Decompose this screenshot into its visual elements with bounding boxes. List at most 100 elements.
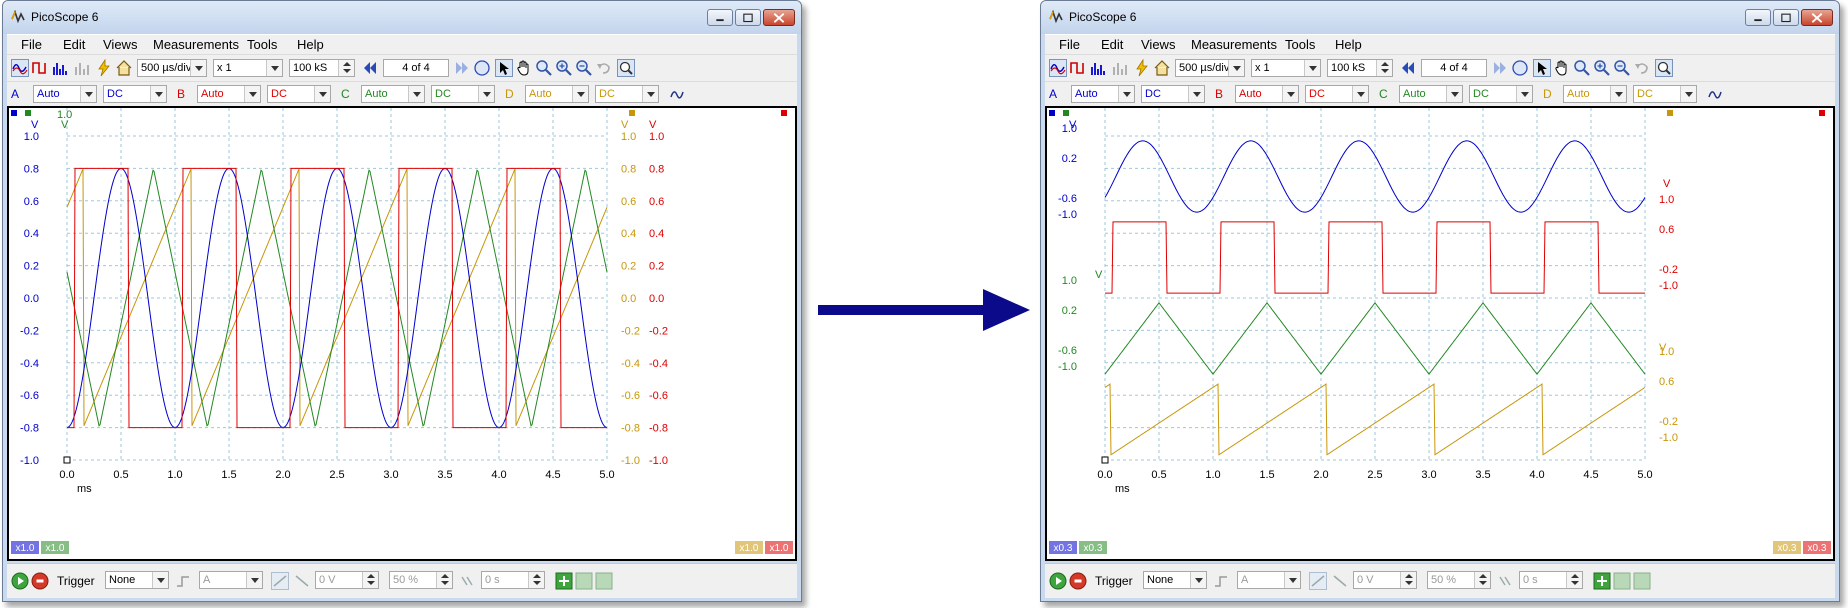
lightning-icon[interactable]	[1133, 59, 1151, 77]
forward-icon[interactable]	[1491, 59, 1509, 77]
channel-d-range[interactable]: Auto	[1563, 85, 1627, 103]
timebase-select[interactable]: 500 µs/div	[1175, 59, 1245, 77]
compass-icon[interactable]	[473, 59, 491, 77]
close-button[interactable]	[763, 9, 795, 26]
maximize-button[interactable]	[1773, 9, 1799, 26]
channel-d-label[interactable]: D	[505, 87, 514, 101]
y-axis-tick-label-a: 0.0	[24, 293, 39, 305]
channel-b-coupling[interactable]: DC	[267, 85, 331, 103]
pointer-icon[interactable]	[1533, 59, 1551, 77]
hand-icon[interactable]	[515, 59, 533, 77]
spectrum-mode-icon[interactable]	[51, 59, 69, 77]
channel-a-range[interactable]: Auto	[1071, 85, 1135, 103]
channel-options-icon[interactable]	[669, 85, 687, 103]
menu-tools[interactable]: Tools	[1285, 37, 1315, 52]
spectrum-mode-icon[interactable]	[1089, 59, 1107, 77]
stop-icon[interactable]	[1069, 572, 1087, 590]
stop-icon[interactable]	[31, 572, 49, 590]
channel-c-label[interactable]: C	[341, 87, 350, 101]
menu-views[interactable]: Views	[1141, 37, 1175, 52]
channel-b-range[interactable]: Auto	[197, 85, 261, 103]
x-axis-tick-label: 1.0	[1205, 469, 1220, 481]
samples-spinner[interactable]: 100 kS	[289, 59, 355, 77]
menu-measurements[interactable]: Measurements	[153, 37, 239, 52]
persistence-mode-icon[interactable]	[31, 59, 49, 77]
home-icon[interactable]	[115, 59, 133, 77]
menu-edit[interactable]: Edit	[63, 37, 85, 52]
timebase-select[interactable]: 500 µs/div	[137, 59, 207, 77]
scope-graph[interactable]: 0.0 0.5 1.0 1.5 2.0 2.5 3.0 3.5 4.0 4.5 5.0 ms 1.0 0.…	[1047, 108, 1833, 559]
zoom-in-icon[interactable]	[555, 59, 573, 77]
zoom-out-icon[interactable]	[1613, 59, 1631, 77]
zoom-fit-icon[interactable]	[617, 59, 635, 77]
zoom-select[interactable]: x 1	[213, 59, 283, 77]
scope-graph[interactable]: 0.0 0.5 1.0 1.5 2.0 2.5 3.0 3.5 4.0 4.5 5.0 ms 1.0 1.…	[9, 108, 795, 559]
channel-a-coupling[interactable]: DC	[103, 85, 167, 103]
minimize-button[interactable]	[1745, 9, 1771, 26]
x-axis-tick-label: 0.0	[1097, 469, 1112, 481]
maximize-button[interactable]	[735, 9, 761, 26]
menu-views[interactable]: Views	[103, 37, 137, 52]
channel-b-range[interactable]: Auto	[1235, 85, 1299, 103]
channel-c-coupling[interactable]: DC	[1469, 85, 1533, 103]
buffer-navigator[interactable]: 4 of 4	[1421, 59, 1487, 77]
menu-file[interactable]: File	[21, 37, 42, 52]
menu-help[interactable]: Help	[1335, 37, 1362, 52]
y-axis-tick-label-d: -0.6	[621, 390, 640, 402]
menu-tools[interactable]: Tools	[247, 37, 277, 52]
run-icon[interactable]	[1049, 572, 1067, 590]
menu-measurements[interactable]: Measurements	[1191, 37, 1277, 52]
channel-c-range[interactable]: Auto	[361, 85, 425, 103]
samples-spinner[interactable]: 100 kS	[1327, 59, 1393, 77]
scope-mode-icon[interactable]	[1049, 59, 1067, 77]
channel-a-range[interactable]: Auto	[33, 85, 97, 103]
channel-c-coupling[interactable]: DC	[431, 85, 495, 103]
home-icon[interactable]	[1153, 59, 1171, 77]
zoom-in-icon[interactable]	[1593, 59, 1611, 77]
channel-c-label[interactable]: C	[1379, 87, 1388, 101]
channel-a-coupling[interactable]: DC	[1141, 85, 1205, 103]
lightning-icon[interactable]	[95, 59, 113, 77]
zoom-icon[interactable]	[535, 59, 553, 77]
channel-a-label[interactable]: A	[11, 87, 19, 101]
buffer-navigator[interactable]: 4 of 4	[383, 59, 449, 77]
channel-d-label[interactable]: D	[1543, 87, 1552, 101]
channel-b-label[interactable]: B	[1215, 87, 1223, 101]
scope-view-split[interactable]: 0.0 0.5 1.0 1.5 2.0 2.5 3.0 3.5 4.0 4.5 5.0 ms 1.0 0.…	[1045, 106, 1835, 561]
zoom-select[interactable]: x 1	[1251, 59, 1321, 77]
channel-d-range[interactable]: Auto	[525, 85, 589, 103]
undo-icon	[1635, 63, 1648, 74]
minimize-button[interactable]	[707, 9, 733, 26]
scope-view-stacked[interactable]: 0.0 0.5 1.0 1.5 2.0 2.5 3.0 3.5 4.0 4.5 5.0 ms 1.0 1.…	[7, 106, 797, 561]
close-button[interactable]	[1801, 9, 1833, 26]
zoom-icon[interactable]	[1573, 59, 1591, 77]
zoom-out-icon[interactable]	[575, 59, 593, 77]
back-icon[interactable]	[361, 59, 379, 77]
channel-d-coupling[interactable]: DC	[1633, 85, 1697, 103]
x-axis-tick-label: 0.0	[59, 469, 74, 481]
pointer-icon[interactable]	[495, 59, 513, 77]
persistence-mode-icon[interactable]	[1069, 59, 1087, 77]
add-measurement-icon[interactable]	[555, 572, 573, 590]
run-icon[interactable]	[11, 572, 29, 590]
channel-b-label[interactable]: B	[177, 87, 185, 101]
trigger-mode-select[interactable]: None	[1143, 571, 1207, 589]
scope-mode-icon[interactable]	[11, 59, 29, 77]
channel-c-range[interactable]: Auto	[1399, 85, 1463, 103]
menu-help[interactable]: Help	[297, 37, 324, 52]
hand-icon[interactable]	[1553, 59, 1571, 77]
zoom-fit-icon[interactable]	[1655, 59, 1673, 77]
add-measurement-icon[interactable]	[1593, 572, 1611, 590]
menu-edit[interactable]: Edit	[1101, 37, 1123, 52]
channel-a-label[interactable]: A	[1049, 87, 1057, 101]
y-axis-tick-label-c: 1.0	[1062, 275, 1077, 287]
channel-options-icon[interactable]	[1707, 85, 1725, 103]
back-icon[interactable]	[1399, 59, 1417, 77]
compass-icon[interactable]	[1511, 59, 1529, 77]
picoscope-logo-icon	[1049, 9, 1063, 24]
forward-icon[interactable]	[453, 59, 471, 77]
trigger-mode-select[interactable]: None	[105, 571, 169, 589]
channel-d-coupling[interactable]: DC	[595, 85, 659, 103]
menu-file[interactable]: File	[1059, 37, 1080, 52]
channel-b-coupling[interactable]: DC	[1305, 85, 1369, 103]
